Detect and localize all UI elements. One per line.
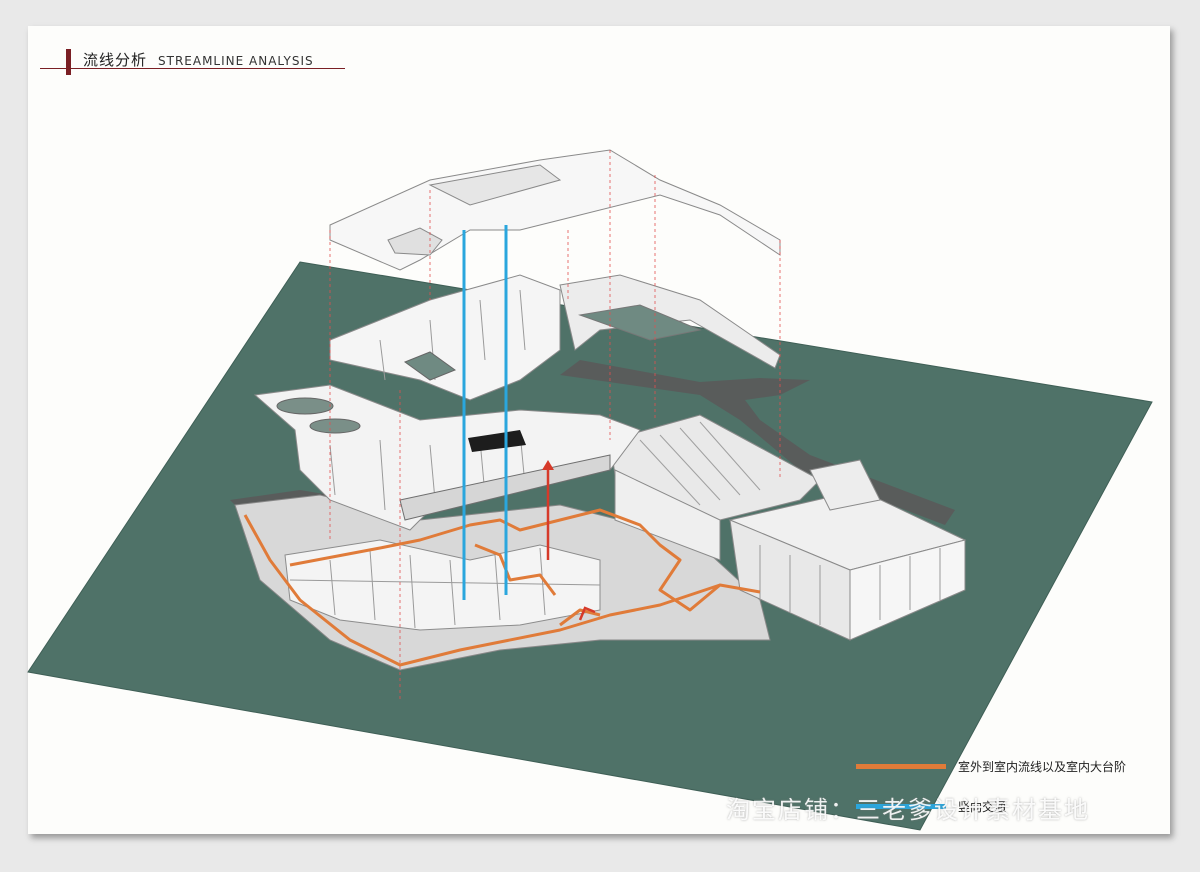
legend-item-outdoor-indoor: 室外到室内流线以及室内大台阶 [856,758,1126,775]
middle-courtyard-void-2 [309,418,361,434]
axonometric-diagram [27,149,1153,831]
legend-swatch-orange [856,764,946,769]
legend-label-outdoor-indoor: 室外到室内流线以及室内大台阶 [958,760,1127,774]
middle-courtyard-void-1 [276,397,334,415]
watermark-text: 淘宝店铺：三老爹设计素材基地 [726,796,1090,824]
